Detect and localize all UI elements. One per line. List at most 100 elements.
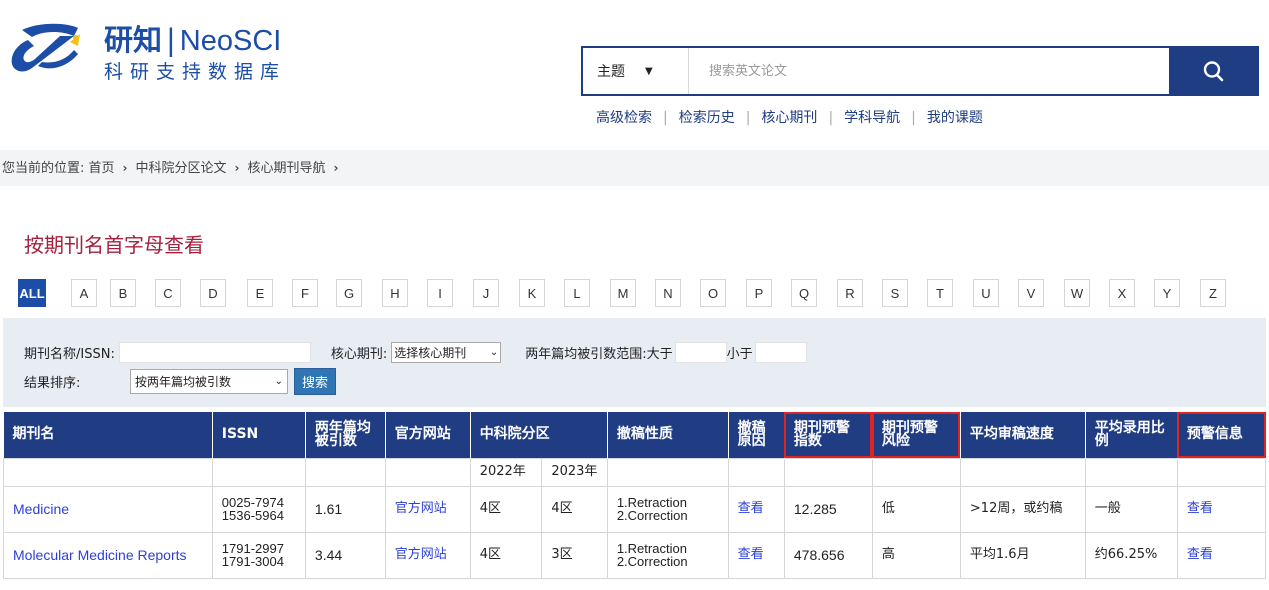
journal-table: 期刊名 ISSN 两年篇均被引数 官方网站 中科院分区 撤稿性质 撤稿原因 期刊…	[3, 412, 1267, 579]
letter-x[interactable]: X	[1109, 279, 1135, 307]
issn-online: 1791-3004	[221, 554, 284, 569]
letter-v[interactable]: V	[1018, 279, 1044, 307]
letter-u[interactable]: U	[973, 279, 999, 307]
core-journal-select[interactable]: 选择核心期刊 ⌄	[391, 342, 502, 363]
letter-k[interactable]: K	[519, 279, 545, 307]
search-icon	[1203, 61, 1224, 82]
letter-nav-title: 按期刊名首字母查看	[24, 233, 204, 257]
sort-select[interactable]: 按两年篇均被引数 ⌄	[130, 369, 288, 394]
header-acceptance-rate: 平均录用比例	[1085, 412, 1178, 458]
chevron-down-icon: ⌄	[489, 347, 499, 358]
journal-name-label: 期刊名称/ISSN:	[24, 347, 115, 362]
letter-g[interactable]: G	[336, 279, 362, 307]
cite-max-input[interactable]	[754, 342, 807, 363]
subheader-2023: 2023年	[541, 457, 608, 487]
letter-s[interactable]: S	[882, 279, 908, 307]
letter-p[interactable]: P	[746, 279, 772, 307]
cite-min-input[interactable]	[674, 342, 727, 363]
letter-q[interactable]: Q	[791, 279, 817, 307]
letter-w[interactable]: W	[1064, 279, 1090, 307]
header-retraction-type: 撤稿性质	[607, 412, 729, 458]
brand-name: 研知	[104, 23, 163, 57]
letter-z[interactable]: Z	[1200, 279, 1226, 307]
cas-2023: 3区	[541, 531, 608, 579]
official-site-link[interactable]: 官方网站	[395, 501, 447, 516]
letter-e[interactable]: E	[247, 279, 273, 307]
letter-n[interactable]: N	[655, 279, 681, 307]
core-journal-label: 核心期刊:	[330, 347, 388, 362]
sort-selected: 按两年篇均被引数	[135, 375, 232, 389]
letter-l[interactable]: L	[564, 279, 590, 307]
letter-r[interactable]: R	[837, 279, 863, 307]
review-speed-value: >12周，或约稿	[959, 485, 1086, 533]
search-button[interactable]	[1169, 48, 1257, 94]
search-input[interactable]	[689, 48, 1169, 94]
retraction-type-2: 2.Correction	[616, 508, 688, 523]
letter-c[interactable]: C	[155, 279, 181, 307]
header-warning-info: 预警信息	[1177, 412, 1267, 458]
brand-block: 研知 | NeoSCI 科研支持数据库	[104, 22, 286, 84]
cas-2022: 4区	[469, 485, 543, 533]
journal-name-input[interactable]	[118, 342, 311, 363]
letter-h[interactable]: H	[382, 279, 408, 307]
sort-label: 结果排序:	[24, 376, 81, 391]
link-subject-nav[interactable]: 学科导航	[844, 110, 900, 126]
letter-m[interactable]: M	[610, 279, 636, 307]
link-my-topics[interactable]: 我的课题	[927, 110, 983, 126]
letter-b[interactable]: B	[110, 279, 136, 307]
header-warning-risk: 期刊预警风险	[872, 412, 961, 458]
table-row: Molecular Medicine Reports 1791-2997 1791…	[3, 531, 1267, 579]
chevron-right-icon: ›	[333, 161, 339, 175]
letter-o[interactable]: O	[700, 279, 726, 307]
header-cites: 两年篇均被引数	[305, 412, 386, 458]
acceptance-rate-value: 一般	[1084, 485, 1178, 533]
header-official-site: 官方网站	[385, 412, 471, 458]
letter-t[interactable]: T	[927, 279, 953, 307]
letter-j[interactable]: J	[473, 279, 499, 307]
retraction-reason-link[interactable]: 查看	[738, 501, 764, 516]
header-warning-index: 期刊预警指数	[784, 412, 873, 458]
cas-2022: 4区	[469, 531, 543, 579]
journal-name-link[interactable]: Molecular Medicine Reports	[13, 547, 187, 563]
link-advanced-search[interactable]: 高级检索	[596, 110, 652, 126]
warning-index-value: 12.285	[783, 485, 873, 533]
cites-value: 1.61	[304, 485, 386, 533]
filter-panel: 期刊名称/ISSN: 核心期刊: 选择核心期刊 ⌄ 两年篇均被引数范围:大于 小…	[3, 318, 1266, 407]
review-speed-value: 平均1.6月	[959, 531, 1086, 579]
journal-name-link[interactable]: Medicine	[13, 501, 69, 517]
letter-f[interactable]: F	[292, 279, 318, 307]
acceptance-rate-value: 约66.25%	[1084, 531, 1178, 579]
letter-all[interactable]: ALL	[18, 279, 46, 307]
link-core-journals[interactable]: 核心期刊	[761, 110, 817, 126]
breadcrumb-home[interactable]: 首页	[89, 161, 115, 176]
link-search-history[interactable]: 检索历史	[679, 110, 735, 126]
letter-a[interactable]: A	[71, 279, 97, 307]
letter-d[interactable]: D	[200, 279, 226, 307]
caret-down-icon: ▼	[645, 65, 653, 77]
header-review-speed: 平均审稿速度	[960, 412, 1086, 458]
warning-info-link[interactable]: 查看	[1187, 547, 1213, 562]
warning-index-value: 478.656	[783, 531, 873, 579]
breadcrumb-cas-papers[interactable]: 中科院分区论文	[136, 161, 227, 176]
letter-i[interactable]: I	[427, 279, 453, 307]
filter-search-button[interactable]: 搜索	[294, 368, 337, 395]
filter-row-1: 期刊名称/ISSN: 核心期刊: 选择核心期刊 ⌄ 两年篇均被引数范围:大于 小…	[24, 342, 807, 363]
cas-2023: 4区	[541, 485, 608, 533]
search-type-label: 主题	[597, 64, 625, 80]
warning-info-link[interactable]: 查看	[1187, 501, 1213, 516]
warning-risk-value: 高	[871, 531, 961, 579]
chevron-down-icon: ⌄	[274, 376, 283, 387]
brand-en: NeoSCI	[179, 25, 282, 57]
breadcrumb: 您当前的位置: 首页 › 中科院分区论文 › 核心期刊导航 ›	[0, 150, 1269, 186]
search-type-select[interactable]: 主题 ▼	[583, 48, 689, 94]
letter-y[interactable]: Y	[1154, 279, 1180, 307]
issn-online: 1536-5964	[221, 508, 284, 523]
table-header-row: 期刊名 ISSN 两年篇均被引数 官方网站 中科院分区 撤稿性质 撤稿原因 期刊…	[3, 412, 1267, 458]
retraction-reason-link[interactable]: 查看	[738, 547, 764, 562]
top-links: 高级检索 | 检索历史 | 核心期刊 | 学科导航 | 我的课题	[596, 110, 983, 126]
header-issn: ISSN	[212, 412, 306, 458]
breadcrumb-core-journal-nav[interactable]: 核心期刊导航	[247, 161, 325, 176]
search-bar: 主题 ▼	[581, 46, 1259, 96]
official-site-link[interactable]: 官方网站	[395, 547, 447, 562]
site-logo[interactable]	[8, 20, 82, 82]
